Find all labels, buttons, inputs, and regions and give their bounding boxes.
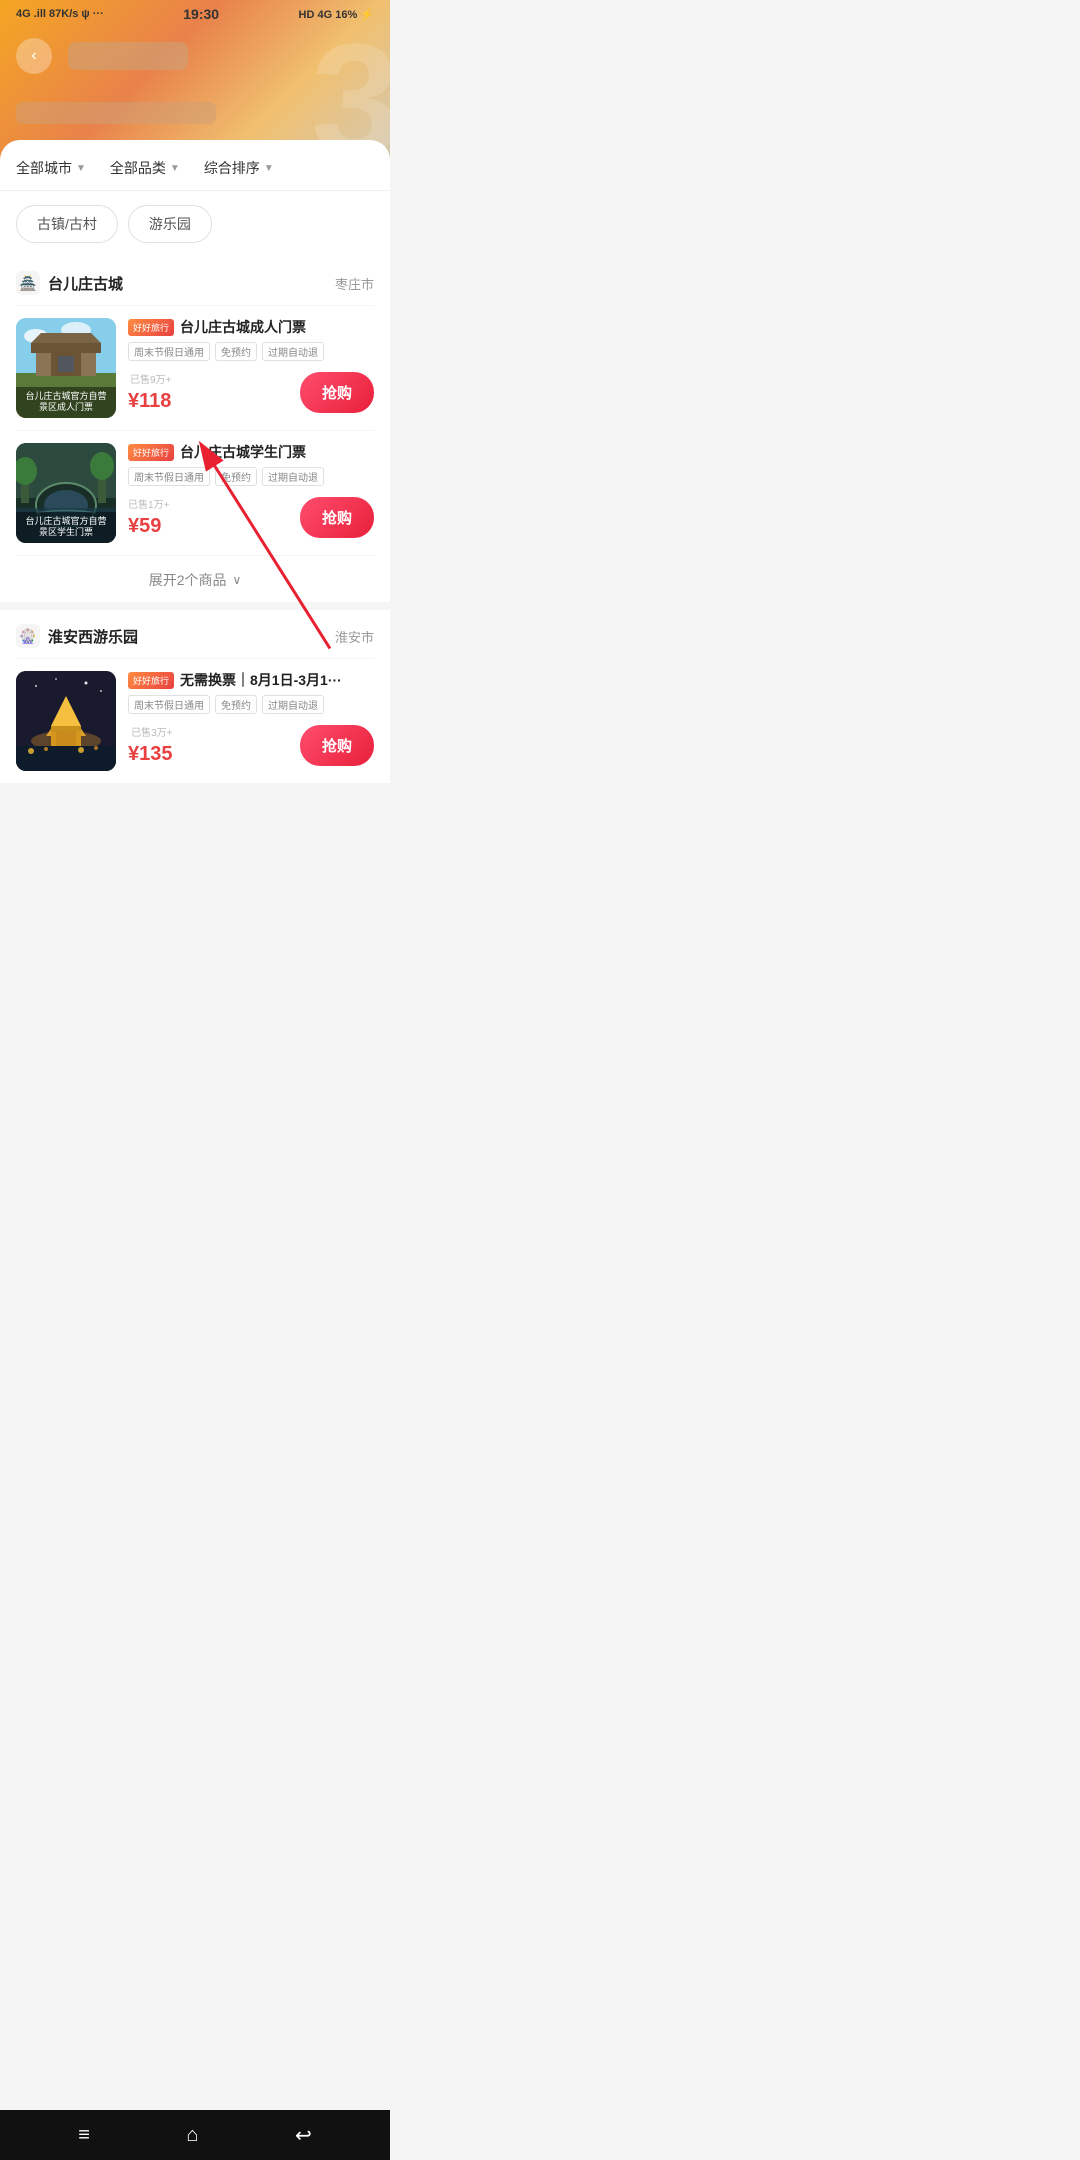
product-huaian-image [16, 671, 116, 771]
product-adult-ticket: 台儿庄古城官方自营 景区成人门票 好好旅行 台儿庄古城成人门票 周末节假日通用 … [16, 305, 374, 430]
product-huaian-info: 好好旅行 无需换票｜8月1日-3月1··· 周末节假日通用 免预约 过期自动退 … [128, 671, 374, 771]
product-adult-price-block: 已售9万+ ¥118 [128, 371, 171, 413]
tag-auto-refund: 过期自动退 [262, 342, 324, 361]
product-adult-image: 台儿庄古城官方自营 景区成人门票 [16, 318, 116, 418]
tag-weekend-h: 周末节假日通用 [128, 695, 210, 714]
venue-huaian-label: 淮安西游乐园 [48, 626, 138, 647]
status-left: 4G .ill 87K/s ψ ··· [16, 8, 104, 20]
filter-bar: 全部城市 ▼ 全部品类 ▼ 综合排序 ▼ [0, 140, 390, 191]
product-adult-tags: 周末节假日通用 免预约 过期自动退 [128, 342, 374, 361]
filter-category-label: 全部品类 [110, 158, 166, 178]
filter-city-arrow: ▼ [76, 163, 86, 174]
product-student-title-row: 好好旅行 台儿庄古城学生门票 [128, 443, 374, 461]
product-student-buy-button[interactable]: 抢购 [300, 497, 374, 538]
expand-products-row[interactable]: 展开2个商品 ∨ [16, 555, 374, 598]
expand-arrow-icon: ∨ [233, 573, 242, 587]
venue-huaian-name: 🎡 淮安西游乐园 [16, 624, 138, 648]
product-huaian-tags: 周末节假日通用 免预约 过期自动退 [128, 695, 374, 714]
tab-amusement-park[interactable]: 游乐园 [128, 205, 212, 243]
category-tabs: 古镇/古村 游乐园 [0, 191, 390, 257]
venue-taierzhuang-label: 台儿庄古城 [48, 273, 123, 294]
brand-badge-huaian: 好好旅行 [128, 672, 174, 689]
venue-taierzhuang-name: 🏯 台儿庄古城 [16, 271, 123, 295]
product-adult-sold: 已售9万+ [128, 371, 171, 386]
section-divider [0, 602, 390, 610]
header-title-placeholder [68, 42, 188, 70]
brand-badge-adult: 好好旅行 [128, 319, 174, 336]
product-huaian-buy-button[interactable]: 抢购 [300, 725, 374, 766]
status-time: 19:30 [183, 6, 219, 22]
filter-city[interactable]: 全部城市 ▼ [16, 158, 86, 178]
product-student-tags: 周末节假日通用 免预约 过期自动退 [128, 467, 374, 486]
product-adult-bottom: 已售9万+ ¥118 抢购 [128, 371, 374, 413]
product-huaian-bottom: 已售3万+ ¥135 抢购 [128, 724, 374, 766]
product-huaian-title-row: 好好旅行 无需换票｜8月1日-3月1··· [128, 671, 374, 689]
status-bar: 4G .ill 87K/s ψ ··· 19:30 HD 4G 16% ⚡ [0, 0, 390, 26]
product-student-info: 好好旅行 台儿庄古城学生门票 周末节假日通用 免预约 过期自动退 已售1万+ ¥… [128, 443, 374, 543]
product-student-price: ¥59 [128, 515, 169, 538]
brand-badge-student: 好好旅行 [128, 444, 174, 461]
product-adult-price: ¥118 [128, 390, 171, 413]
tag-auto-refund-h: 过期自动退 [262, 695, 324, 714]
product-huaian-price: ¥135 [128, 743, 173, 766]
venue-taierzhuang: 🏯 台儿庄古城 枣庄市 [0, 257, 390, 598]
tag-no-reservation-h: 免预约 [215, 695, 257, 714]
header-subtitle-placeholder [16, 102, 216, 124]
product-student-title: 台儿庄古城学生门票 [180, 443, 306, 461]
tag-no-reservation: 免预约 [215, 342, 257, 361]
filter-sort-label: 综合排序 [204, 158, 260, 178]
main-card: 全部城市 ▼ 全部品类 ▼ 综合排序 ▼ 古镇/古村 游乐园 🏯 台儿庄古城 [0, 140, 390, 783]
venue-huaian-icon: 🎡 [16, 624, 40, 648]
venue-huaian-city: 淮安市 [335, 627, 374, 646]
product-student-image: 台儿庄古城官方自营 景区学生门票 [16, 443, 116, 543]
product-student-bottom: 已售1万+ ¥59 抢购 [128, 496, 374, 538]
tag-no-reservation-s: 免预约 [215, 467, 257, 486]
status-right: HD 4G 16% ⚡ [299, 8, 374, 21]
expand-label: 展开2个商品 [149, 570, 227, 590]
filter-city-label: 全部城市 [16, 158, 72, 178]
tab-ancient-town[interactable]: 古镇/古村 [16, 205, 118, 243]
venue-huaian: 🎡 淮安西游乐园 淮安市 [0, 610, 390, 783]
product-student-img-label: 台儿庄古城官方自营 景区学生门票 [16, 512, 116, 543]
product-huaian-ticket: 好好旅行 无需换票｜8月1日-3月1··· 周末节假日通用 免预约 过期自动退 … [16, 658, 374, 783]
product-adult-buy-button[interactable]: 抢购 [300, 372, 374, 413]
venue-taierzhuang-icon: 🏯 [16, 271, 40, 295]
product-adult-title: 台儿庄古城成人门票 [180, 318, 306, 336]
product-student-price-block: 已售1万+ ¥59 [128, 496, 169, 538]
product-huaian-title: 无需换票｜8月1日-3月1··· [180, 671, 342, 689]
venue-taierzhuang-city: 枣庄市 [335, 274, 374, 293]
tag-weekend-s: 周末节假日通用 [128, 467, 210, 486]
product-huaian-sold: 已售3万+ [128, 724, 173, 739]
filter-sort-arrow: ▼ [264, 163, 274, 174]
venue-huaian-header: 🎡 淮安西游乐园 淮安市 [16, 610, 374, 658]
filter-category[interactable]: 全部品类 ▼ [110, 158, 180, 178]
back-button[interactable]: ‹ [16, 38, 52, 74]
product-student-ticket: 台儿庄古城官方自营 景区学生门票 好好旅行 台儿庄古城学生门票 周末节假日通用 … [16, 430, 374, 555]
product-student-sold: 已售1万+ [128, 496, 169, 511]
filter-sort[interactable]: 综合排序 ▼ [204, 158, 274, 178]
filter-category-arrow: ▼ [170, 163, 180, 174]
product-huaian-price-block: 已售3万+ ¥135 [128, 724, 173, 766]
product-adult-title-row: 好好旅行 台儿庄古城成人门票 [128, 318, 374, 336]
venue-taierzhuang-header: 🏯 台儿庄古城 枣庄市 [16, 257, 374, 305]
tag-auto-refund-s: 过期自动退 [262, 467, 324, 486]
header-top: ‹ [0, 38, 390, 74]
product-adult-img-label: 台儿庄古城官方自营 景区成人门票 [16, 387, 116, 418]
tag-weekend: 周末节假日通用 [128, 342, 210, 361]
product-adult-info: 好好旅行 台儿庄古城成人门票 周末节假日通用 免预约 过期自动退 已售9万+ ¥… [128, 318, 374, 418]
